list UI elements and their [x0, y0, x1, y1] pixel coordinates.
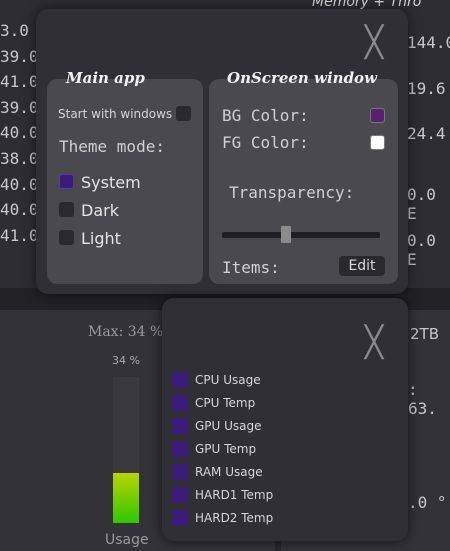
item-checkbox[interactable] [172, 395, 188, 411]
left-value: 40.0 [0, 200, 39, 220]
transparency-slider-track[interactable] [222, 232, 380, 238]
left-value: 39.0 [0, 46, 39, 66]
left-value: 41.0 [0, 225, 39, 245]
transparency-slider-thumb[interactable] [281, 226, 292, 243]
drive-title: 2TB [410, 325, 439, 343]
start-with-windows-checkbox[interactable] [176, 106, 191, 121]
left-value: 39.0 [0, 97, 39, 117]
edit-items-button[interactable]: Edit [339, 256, 385, 276]
item-label: CPU Temp [195, 396, 256, 410]
bg-color-label: BG Color: [222, 106, 309, 125]
drive-value: : 63. [408, 380, 437, 418]
item-label: RAM Usage [195, 465, 263, 479]
item-checkbox[interactable] [172, 441, 188, 457]
right-value: 0.0 E [407, 185, 436, 223]
usage-label: Usage [105, 532, 149, 548]
theme-light-label: Light [81, 229, 121, 248]
left-value: 40.0 [0, 123, 39, 143]
items-label: Items: [222, 258, 280, 277]
fg-color-label: FG Color: [222, 133, 309, 152]
item-label: HARD1 Temp [195, 488, 274, 502]
close-icon[interactable]: ╳ [365, 28, 383, 58]
left-value-column: 3.0 39.0 41.0 39.0 40.0 38.0 40.0 40.0 4… [0, 18, 39, 248]
usage-percent-label: 34 % [112, 354, 140, 367]
item-checkbox[interactable] [172, 464, 188, 480]
right-value: 19.6 [407, 79, 446, 98]
onscreen-title: OnScreen window [227, 69, 377, 87]
drive-value: .0 ° [408, 493, 447, 512]
theme-system-radio[interactable] [59, 174, 74, 189]
usage-bar [113, 377, 139, 523]
close-icon[interactable]: ╳ [365, 328, 383, 358]
usage-bar-fill [113, 473, 139, 523]
max-usage-label: Max: 34 % [88, 324, 164, 340]
item-checkbox[interactable] [172, 487, 188, 503]
start-with-windows-label: Start with windows [58, 107, 173, 121]
left-value: 41.0 [0, 72, 39, 92]
left-value: 38.0 [0, 148, 39, 168]
theme-mode-label: Theme mode: [59, 137, 165, 156]
theme-light-radio[interactable] [59, 230, 74, 245]
main-app-title: Main app [66, 69, 145, 87]
theme-system-label: System [81, 173, 141, 192]
item-label: GPU Temp [195, 442, 257, 456]
left-value: 40.0 [0, 174, 39, 194]
item-label: HARD2 Temp [195, 511, 274, 525]
item-checkbox[interactable] [172, 372, 188, 388]
item-checkbox[interactable] [172, 418, 188, 434]
item-label: GPU Usage [195, 419, 262, 433]
left-value: 3.0 [0, 21, 29, 40]
right-value: 0.0 E [407, 231, 436, 269]
item-checkbox[interactable] [172, 510, 188, 526]
transparency-label: Transparency: [229, 183, 355, 202]
right-value: 144.0 [407, 33, 450, 52]
theme-dark-radio[interactable] [59, 202, 74, 217]
fg-color-swatch[interactable] [370, 135, 385, 150]
item-label: CPU Usage [195, 373, 261, 387]
right-value: 24.4 [407, 124, 446, 143]
bg-color-swatch[interactable] [370, 108, 385, 123]
theme-dark-label: Dark [81, 201, 119, 220]
